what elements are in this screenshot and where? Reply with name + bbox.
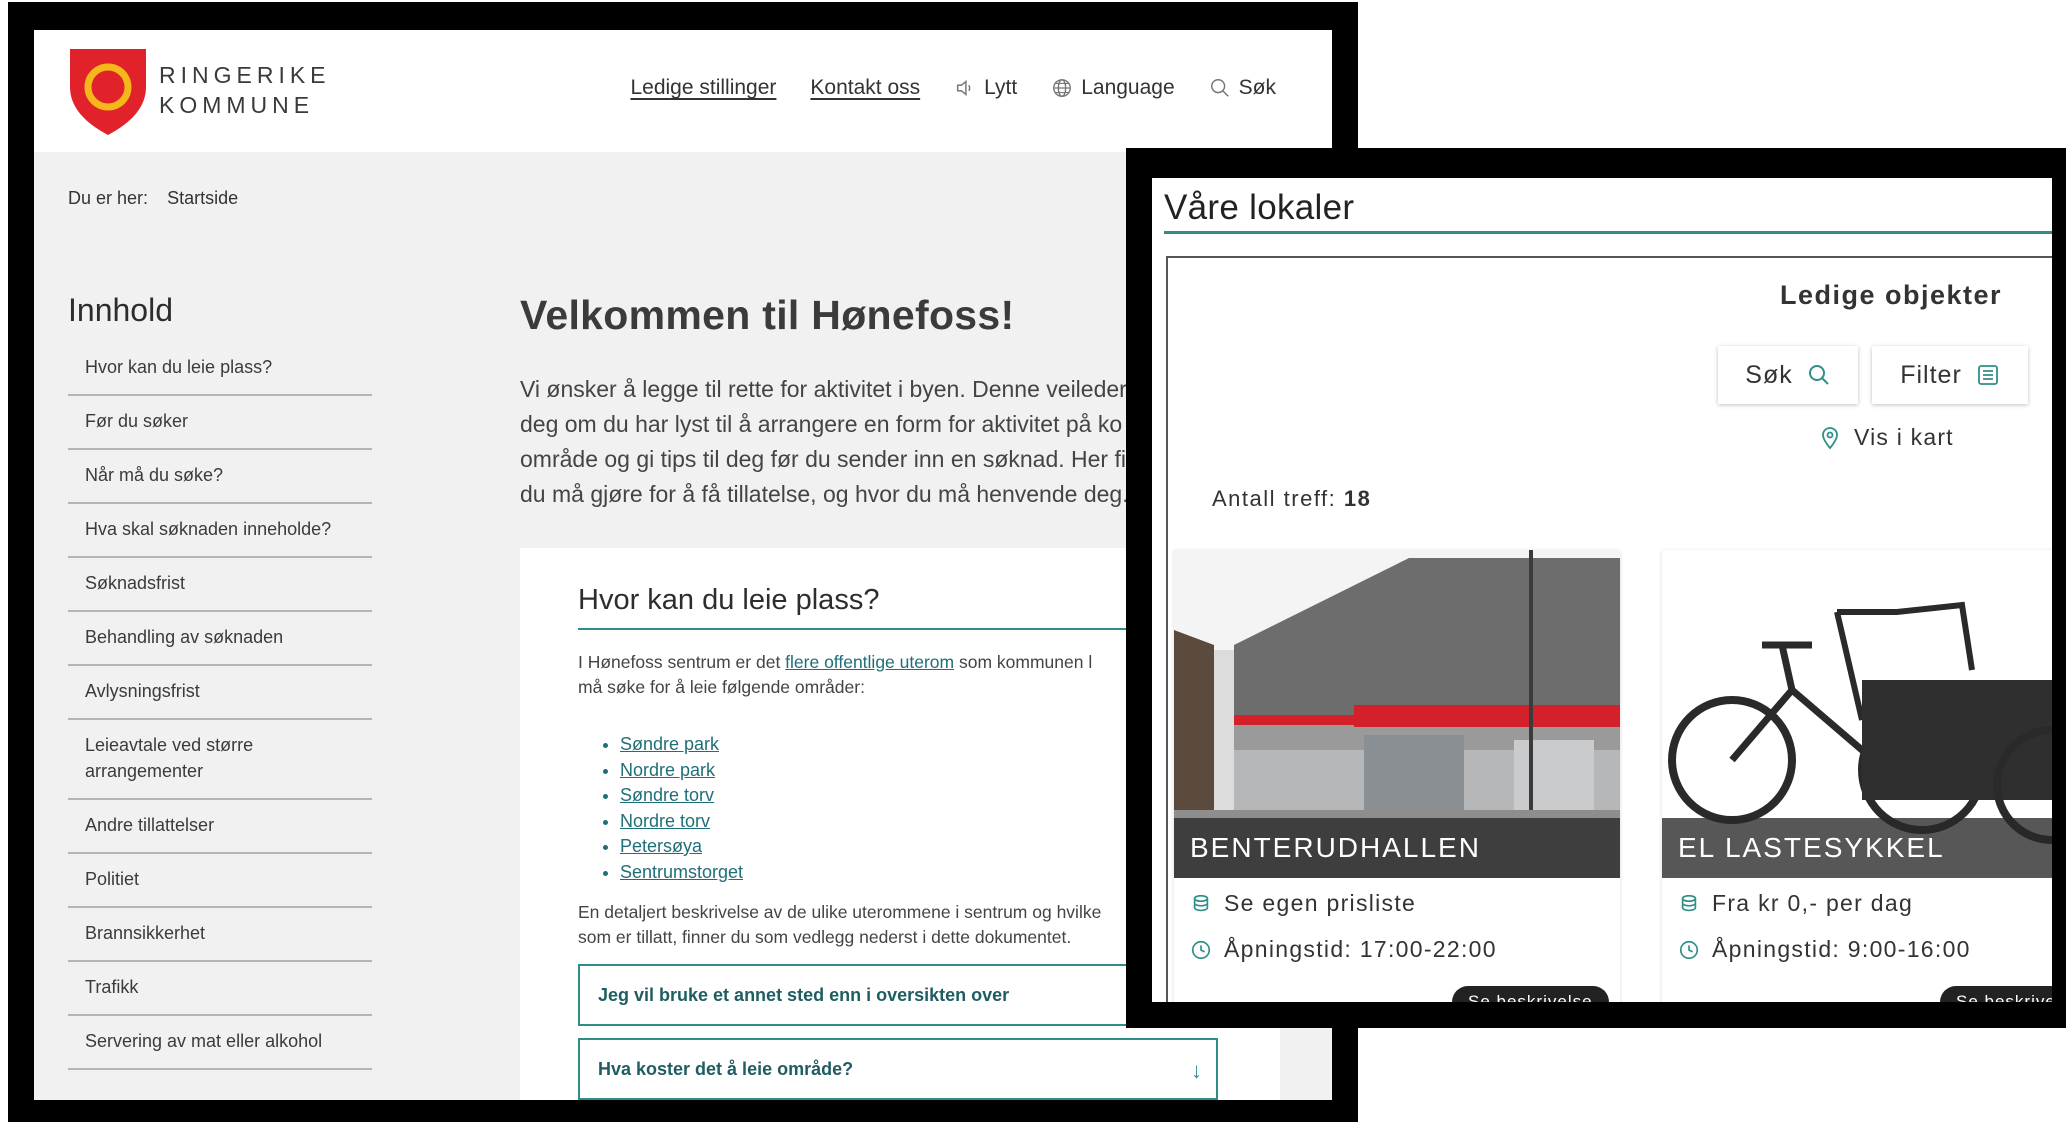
intro-text: Vi ønsker å legge til rette for aktivite… [520, 372, 1160, 512]
toc-item[interactable]: Brannsikkerhet [68, 908, 372, 962]
language-button[interactable]: Language [1051, 76, 1175, 100]
booking-window: Våre lokaler Ledige objekter Søk Filter … [1126, 148, 2066, 1028]
toc-item[interactable]: Behandling av søknaden [68, 612, 372, 666]
filter-list-icon [1977, 365, 1998, 385]
speaker-icon [957, 80, 971, 96]
search-button[interactable]: Søk [1209, 76, 1276, 100]
object-hours-text: Åpningstid: 17:00-22:00 [1224, 936, 1497, 962]
top-navigation: Ledige stillinger Kontakt oss Lytt Langu… [630, 76, 1276, 100]
paragraph-text: som kommunen l [954, 652, 1093, 672]
paragraph-text: I Hønefoss sentrum er det [578, 652, 786, 672]
objects-panel: Ledige objekter Søk Filter Vis i kart An… [1166, 256, 2052, 1002]
nav-contact-link[interactable]: Kontakt oss [810, 76, 920, 100]
toc-item[interactable]: Før du søker [68, 396, 372, 450]
hit-count-label: Antall treff: [1212, 486, 1337, 511]
nav-jobs-link[interactable]: Ledige stillinger [630, 76, 776, 100]
toc-item[interactable]: Når må du søke? [68, 450, 372, 504]
toc-item[interactable]: Søknadsfrist [68, 558, 372, 612]
places-list: Søndre park Nordre park Søndre torv Nord… [598, 732, 743, 885]
intro-line: område og gi tips til deg før du sender … [520, 446, 1126, 472]
paragraph-text: må søke for å leie følgende områder: [578, 677, 865, 697]
accordion-label: Jeg vil bruke et annet sted enn i oversi… [598, 984, 1010, 1005]
place-link[interactable]: Søndre torv [620, 783, 743, 809]
object-hours: Åpningstid: 17:00-22:00 [1190, 936, 1497, 963]
arrow-down-icon: ↓ [1191, 1058, 1202, 1083]
place-link[interactable]: Petersøya [620, 834, 743, 860]
booking-page: Våre lokaler Ledige objekter Søk Filter … [1152, 178, 2052, 1002]
see-description-button[interactable]: Se beskrivelse [1452, 986, 1609, 1002]
toc-item[interactable]: Avlysningsfrist [68, 666, 372, 720]
toc-item[interactable]: Andre tillattelser [68, 800, 372, 854]
toc-item[interactable]: Hva skal søknaden inneholde? [68, 504, 372, 558]
map-pin-icon [1822, 426, 1838, 449]
logo-wordmark: RINGERIKE KOMMUNE [159, 60, 331, 120]
search-icon [1808, 365, 1829, 385]
breadcrumb-label: Du er her: [68, 188, 149, 208]
title-underline [1164, 231, 2052, 234]
clock-icon [1191, 940, 1211, 959]
search-icon [1210, 79, 1229, 97]
section-paragraph: I Hønefoss sentrum er det flere offentli… [578, 650, 1178, 700]
object-hours: Åpningstid: 9:00-16:00 [1678, 936, 1971, 963]
coins-icon [1681, 894, 1697, 911]
toc-title: Innhold [68, 292, 173, 328]
section-title-underline [578, 628, 1138, 630]
logo-line1: RINGERIKE [159, 62, 331, 88]
breadcrumb-current[interactable]: Startside [167, 188, 238, 208]
toc-item[interactable]: Leieavtale ved større arrangementer [68, 720, 372, 800]
search-label: Søk [1238, 76, 1276, 99]
object-name: BENTERUDHALLEN [1174, 818, 1620, 878]
place-link[interactable]: Søndre park [620, 732, 743, 758]
listen-button[interactable]: Lytt [954, 76, 1017, 100]
section-paragraph-2: En detaljert beskrivelse av de ulike ute… [578, 900, 1178, 950]
ringerike-shield-logo[interactable] [68, 47, 148, 137]
place-link[interactable]: Sentrumstorget [620, 860, 743, 886]
show-map-button[interactable]: Vis i kart [1818, 424, 1954, 451]
section-title: Hvor kan du leie plass? [578, 584, 880, 616]
accordion-label: Hva koster det å leie område? [598, 1058, 854, 1079]
filter-button[interactable]: Filter [1872, 346, 2028, 404]
object-price: Se egen prisliste [1190, 890, 1416, 917]
coins-icon [1193, 894, 1209, 911]
object-card[interactable]: BENTERUDHALLEN Se egen prisliste Åpnings… [1174, 550, 1620, 1002]
object-price-text: Se egen prisliste [1224, 890, 1417, 916]
public-spaces-link[interactable]: flere offentlige uterom [785, 652, 954, 672]
globe-icon [1053, 79, 1072, 97]
objects-heading: Ledige objekter [1779, 280, 2002, 310]
language-label: Language [1081, 76, 1175, 99]
object-price-text: Fra kr 0,- per dag [1712, 890, 1914, 916]
object-price: Fra kr 0,- per dag [1678, 890, 1913, 917]
breadcrumb: Du er her: Startside [68, 188, 252, 209]
see-description-button[interactable]: Se beskrivel [1940, 986, 2052, 1002]
toc-item[interactable]: Trafikk [68, 962, 372, 1016]
page-title: Våre lokaler [1164, 188, 1355, 227]
object-name: EL LASTESYKKEL [1662, 818, 2052, 878]
listen-label: Lytt [984, 76, 1018, 99]
intro-line: deg om du har lyst til å arrangere en fo… [520, 411, 1123, 437]
show-map-label: Vis i kart [1854, 424, 1954, 450]
place-link[interactable]: Nordre torv [620, 809, 743, 835]
site-header: RINGERIKE KOMMUNE Ledige stillinger Kont… [34, 30, 1332, 152]
paragraph-text: som er tillatt, finner du som vedlegg ne… [578, 927, 1072, 947]
logo-line2: KOMMUNE [159, 92, 315, 118]
toc-item[interactable]: Servering av mat eller alkohol [68, 1016, 372, 1070]
page-title: Velkommen til Hønefoss! [520, 292, 1015, 338]
place-link[interactable]: Nordre park [620, 758, 743, 784]
accordion-other-place[interactable]: Jeg vil bruke et annet sted enn i oversi… [578, 964, 1218, 1026]
hit-count: Antall treff: 18 [1212, 486, 1371, 512]
object-card[interactable]: EL LASTESYKKEL Fra kr 0,- per dag Åpning… [1662, 550, 2052, 1002]
paragraph-text: En detaljert beskrivelse av de ulike ute… [578, 902, 1102, 922]
object-hours-text: Åpningstid: 9:00-16:00 [1712, 936, 1971, 962]
accordion-cost[interactable]: Hva koster det å leie område? ↓ [578, 1038, 1218, 1100]
search-label: Søk [1745, 360, 1793, 389]
search-button[interactable]: Søk [1718, 346, 1858, 404]
table-of-contents: Hvor kan du leie plass? Før du søker Når… [68, 342, 372, 1070]
toc-item[interactable]: Politiet [68, 854, 372, 908]
hit-count-value: 18 [1343, 486, 1372, 511]
toc-item[interactable]: Hvor kan du leie plass? [68, 342, 372, 396]
filter-label: Filter [1900, 360, 1962, 389]
clock-icon [1679, 940, 1699, 959]
intro-line: du må gjøre for å få tillatelse, og hvor… [520, 481, 1129, 507]
intro-line: Vi ønsker å legge til rette for aktivite… [520, 376, 1127, 402]
